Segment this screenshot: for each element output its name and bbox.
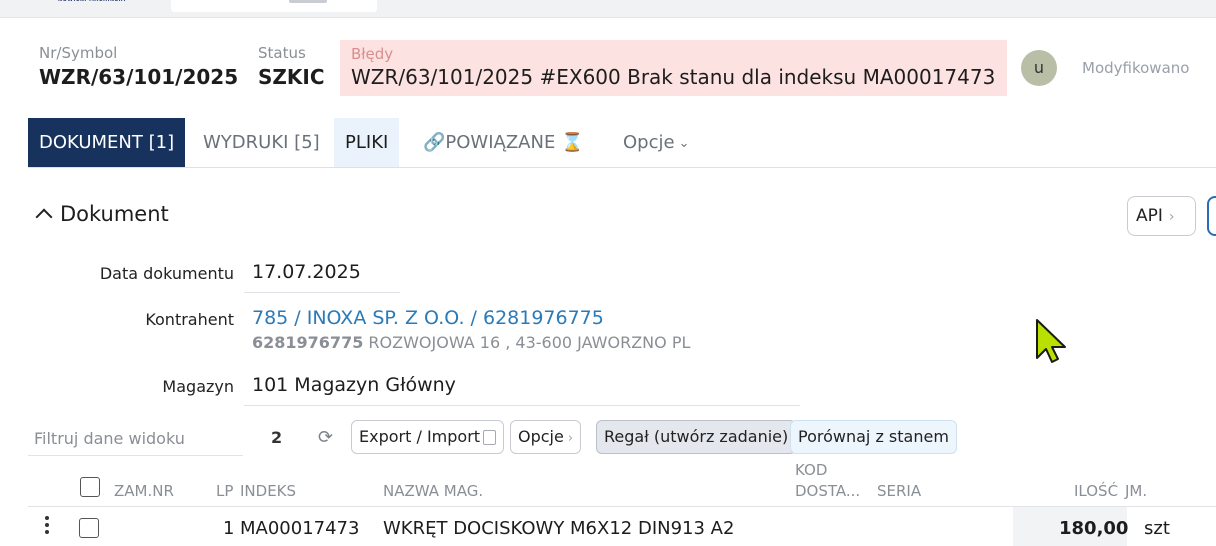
status-value: SZKIC — [258, 65, 325, 89]
tab-document[interactable]: DOKUMENT [1] — [28, 118, 186, 167]
errors-label: Błędy — [351, 45, 394, 63]
options-button[interactable]: Opcje › — [510, 420, 582, 454]
options-label: Opcje — [518, 427, 564, 446]
export-import-button[interactable]: Export / Import — [351, 420, 505, 454]
section-title: Dokument — [60, 202, 169, 226]
col-lp[interactable]: LP — [216, 481, 233, 501]
warehouse-label: Magazyn — [162, 377, 234, 396]
compare-stock-button[interactable]: Porównaj z stanem — [790, 420, 957, 454]
status-label: Status — [258, 44, 306, 62]
row-index-link[interactable]: MA00017473 — [240, 518, 359, 539]
chevron-right-icon: › — [1168, 209, 1175, 225]
contractor-address: ROZWOJOWA 16 , 43-600 JAWORZNO PL — [368, 333, 691, 352]
col-index[interactable]: INDEKS — [240, 481, 296, 501]
col-name[interactable]: NAZWA MAG. — [383, 481, 483, 501]
rack-task-button[interactable]: Regał (utwórz zadanie) — [596, 420, 797, 454]
section-header[interactable]: Dokument — [35, 202, 169, 226]
col-series[interactable]: SERIA — [877, 481, 921, 501]
filter-input[interactable]: Filtruj dane widoku — [34, 429, 185, 448]
tab-files[interactable]: PLIKI — [334, 118, 400, 167]
filter-underline — [28, 455, 243, 456]
api-button[interactable]: API › — [1127, 196, 1196, 236]
warehouse-underline — [244, 405, 800, 406]
col-supplier-code-1[interactable]: KOD — [795, 460, 827, 480]
row-count: 2 — [271, 428, 283, 447]
date-value[interactable]: 17.07.2025 — [252, 261, 361, 283]
modified-label: Modyfikowano — [1082, 59, 1190, 77]
document-tabs: DOKUMENT [1] WYDRUKI [5] PLIKI 🔗POWIĄZAN… — [28, 118, 1216, 168]
date-label: Data dokumentu — [99, 264, 234, 283]
chevron-right-icon: › — [567, 431, 574, 446]
tab-options-label: Opcje — [623, 132, 675, 153]
contractor-link[interactable]: 785 / INOXA SP. Z O.O. / 6281976775 — [252, 307, 604, 329]
contractor-details: 6281976775 ROZWOJOWA 16 , 43-600 JAWORZN… — [252, 333, 690, 352]
select-all-checkbox[interactable] — [80, 477, 100, 497]
export-import-label: Export / Import — [359, 427, 481, 446]
tab-related[interactable]: 🔗POWIĄZANE ⌛ — [412, 118, 594, 167]
chevron-up-icon — [35, 208, 53, 226]
tab-prints[interactable]: WYDRUKI [5] — [192, 118, 331, 167]
mouse-cursor-icon — [1036, 319, 1066, 363]
row-lp: 1 — [223, 518, 235, 539]
nr-symbol-label: Nr/Symbol — [39, 44, 118, 62]
top-tab[interactable] — [171, 0, 377, 12]
top-bar: NOWICKI MACHINERY — [0, 0, 1216, 18]
warehouse-value[interactable]: 101 Magazyn Główny — [252, 374, 456, 396]
col-order-nr[interactable]: ZAM.NR — [114, 481, 174, 501]
contractor-nip: 6281976775 — [252, 333, 364, 352]
contractor-label: Kontrahent — [145, 310, 234, 329]
errors-box: Błędy WZR/63/101/2025 #EX600 Brak stanu … — [340, 40, 1007, 96]
col-quantity[interactable]: ILOŚĆ — [1074, 481, 1118, 501]
avatar[interactable]: u — [1021, 50, 1057, 86]
tab-options[interactable]: Opcje ⌄ — [612, 118, 700, 167]
row-unit: szt — [1144, 518, 1170, 539]
col-supplier-code-2[interactable]: DOSTA... — [795, 481, 860, 501]
row-quantity: 180,00 — [1059, 518, 1129, 539]
chevron-down-icon: ⌄ — [678, 136, 690, 151]
refresh-icon[interactable]: ⟳ — [318, 427, 333, 448]
date-underline — [244, 292, 400, 293]
api-button-label: API — [1136, 206, 1163, 226]
nr-symbol-value: WZR/63/101/2025 — [39, 65, 239, 89]
row-name: WKRĘT DOCISKOWY M6X12 DIN913 A2 — [383, 518, 735, 539]
company-logo: NOWICKI MACHINERY — [58, 0, 127, 3]
row-checkbox[interactable] — [79, 518, 99, 538]
edge-button[interactable] — [1207, 196, 1216, 236]
copy-icon — [483, 430, 497, 445]
errors-value: WZR/63/101/2025 #EX600 Brak stanu dla in… — [351, 65, 996, 89]
col-unit[interactable]: JM. — [1125, 481, 1147, 501]
row-menu-icon[interactable] — [44, 516, 50, 537]
